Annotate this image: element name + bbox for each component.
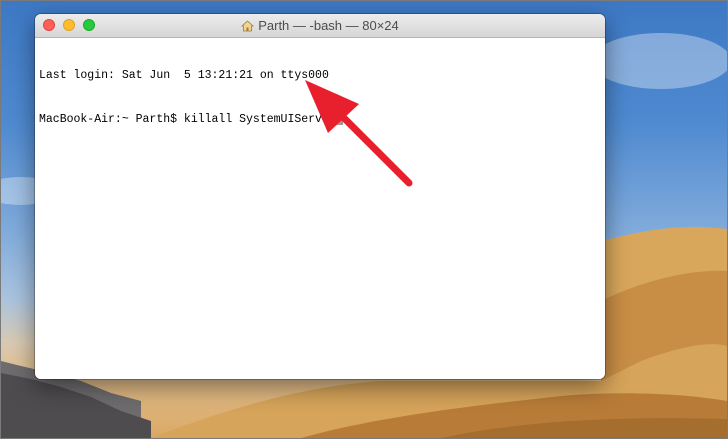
home-icon (241, 20, 255, 35)
window-titlebar[interactable]: Parth — -bash — 80×24 (35, 14, 605, 38)
window-title: Parth — -bash — 80×24 (35, 18, 605, 35)
desktop-screenshot: Parth — -bash — 80×24 Last login: Sat Ju… (0, 0, 728, 439)
terminal-line: Last login: Sat Jun 5 13:21:21 on ttys00… (39, 69, 329, 82)
text-cursor (335, 111, 343, 125)
terminal-command-line[interactable]: MacBook-Air:~ Parth$ killall SystemUISer… (39, 111, 601, 126)
terminal-window[interactable]: Parth — -bash — 80×24 Last login: Sat Ju… (35, 14, 605, 379)
terminal-prompt-command: MacBook-Air:~ Parth$ killall SystemUISer… (39, 113, 336, 126)
window-title-text: Parth — -bash — 80×24 (258, 18, 399, 33)
terminal-output[interactable]: Last login: Sat Jun 5 13:21:21 on ttys00… (35, 38, 605, 379)
